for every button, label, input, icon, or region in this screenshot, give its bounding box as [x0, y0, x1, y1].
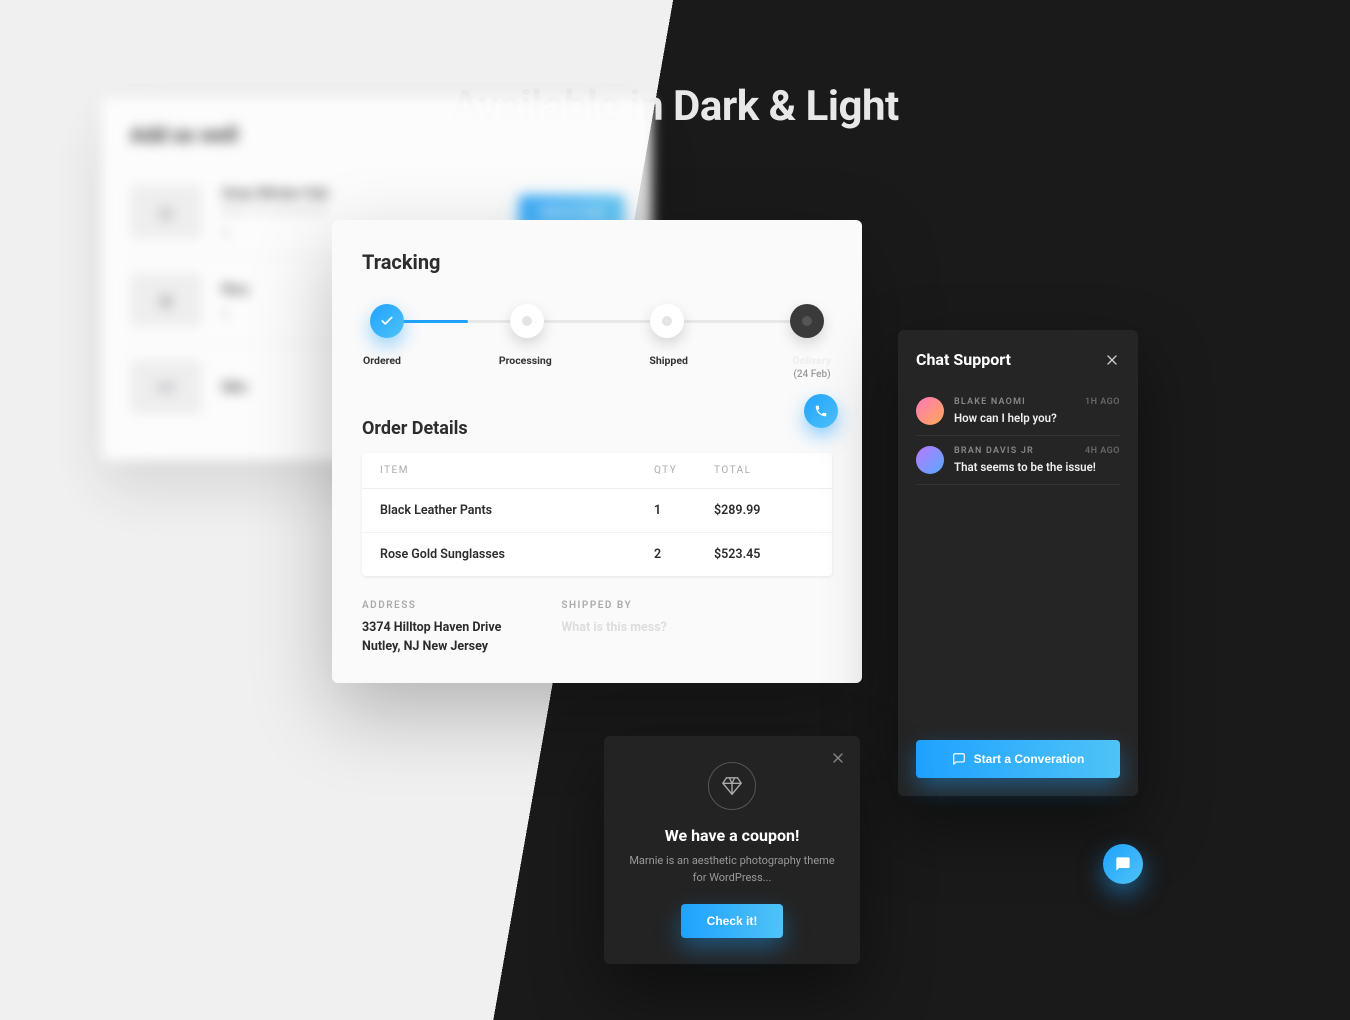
step-label-delivery: Delivery [793, 354, 831, 367]
step-labels: Ordered Processing Shipped Delivery (24 … [352, 354, 842, 380]
chat-fab[interactable] [1103, 844, 1143, 884]
address-block: ADDRESS 3374 Hilltop Haven Drive Nutley,… [362, 600, 501, 657]
row-item: Rose Gold Sunglasses [380, 547, 654, 562]
diamond-icon-wrap [708, 762, 756, 810]
start-conversation-label: Start a Converation [974, 752, 1085, 766]
step-shipped[interactable] [650, 304, 684, 338]
address-label: ADDRESS [362, 600, 501, 611]
product-category: MEN, ACCESSORIES [222, 206, 499, 217]
phone-icon [814, 404, 828, 418]
product-name: Grey Winter Hat [222, 184, 499, 202]
start-conversation-button[interactable]: Start a Converation [916, 740, 1120, 778]
step-label-shipped: Shipped [649, 354, 688, 367]
table-row[interactable]: Rose Gold Sunglasses 2 $523.45 [362, 533, 832, 576]
shippedby-label: SHIPPED BY [561, 600, 667, 611]
message-time: 4H AGO [1085, 446, 1120, 456]
step-label-processing: Processing [499, 354, 552, 367]
coupon-title: We have a coupon! [626, 826, 838, 845]
tracking-title: Tracking [362, 250, 832, 274]
tracking-card: Tracking Ordered Processing Shipped Deli… [332, 220, 862, 683]
row-total: $289.99 [714, 503, 814, 518]
step-sub-delivery: (24 Feb) [782, 369, 842, 380]
chat-message[interactable]: BRAN DAVIS JR 4H AGO That seems to be th… [916, 436, 1120, 485]
order-table: ITEM QTY TOTAL Black Leather Pants 1 $28… [362, 453, 832, 576]
step-label-ordered: Ordered [363, 354, 401, 367]
diamond-icon [721, 775, 743, 797]
close-icon[interactable] [1104, 352, 1120, 368]
message-name: BRAN DAVIS JR [954, 446, 1034, 456]
avatar [916, 397, 944, 425]
address-value: 3374 Hilltop Haven Drive Nutley, NJ New … [362, 619, 501, 657]
col-total: TOTAL [714, 465, 814, 476]
call-button[interactable] [804, 394, 838, 428]
message-square-icon [952, 752, 966, 766]
chat-icon [1115, 856, 1131, 872]
order-meta: ADDRESS 3374 Hilltop Haven Drive Nutley,… [362, 600, 832, 657]
row-total: $523.45 [714, 547, 814, 562]
addaswell-title: Add as well [130, 124, 624, 148]
message-text: How can I help you? [954, 411, 1120, 425]
message-time: 1H AGO [1085, 397, 1120, 407]
product-thumb: 👓 [130, 360, 202, 414]
col-item: ITEM [380, 465, 654, 476]
step-delivery[interactable] [790, 304, 824, 338]
row-qty: 1 [654, 503, 714, 518]
tracking-steps [370, 302, 824, 340]
message-name: BLAKE NAOMI [954, 397, 1026, 407]
shippedby-value: What is this mess? [561, 619, 667, 638]
chat-support-card: Chat Support BLAKE NAOMI 1H AGO How can … [898, 330, 1138, 796]
shippedby-block: SHIPPED BY What is this mess? [561, 600, 667, 657]
step-ordered[interactable] [370, 304, 404, 338]
order-details-title: Order Details [362, 418, 832, 439]
step-processing[interactable] [510, 304, 544, 338]
chat-title: Chat Support [916, 350, 1011, 369]
coupon-modal: We have a coupon! Marnie is an aesthetic… [604, 736, 860, 964]
row-qty: 2 [654, 547, 714, 562]
message-text: That seems to be the issue! [954, 460, 1120, 474]
chat-message[interactable]: BLAKE NAOMI 1H AGO How can I help you? [916, 387, 1120, 436]
row-item: Black Leather Pants [380, 503, 654, 518]
col-qty: QTY [654, 465, 714, 476]
close-icon[interactable] [830, 750, 846, 766]
check-it-button[interactable]: Check it! [681, 904, 784, 938]
table-row[interactable]: Black Leather Pants 1 $289.99 [362, 489, 832, 533]
coupon-body: Marnie is an aesthetic photography theme… [626, 853, 838, 886]
check-icon [380, 314, 394, 328]
avatar [916, 446, 944, 474]
product-thumb: ◉ [130, 273, 202, 327]
product-thumb: ◍ [130, 185, 202, 239]
table-head: ITEM QTY TOTAL [362, 453, 832, 489]
